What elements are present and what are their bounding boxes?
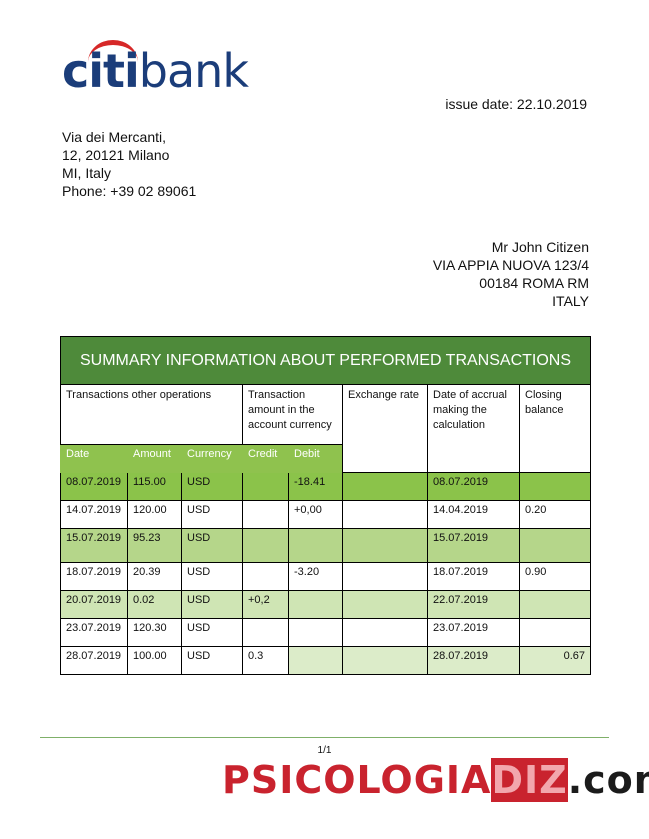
recipient-name: Mr John Citizen [491,239,589,255]
logo-citi: citi [62,44,140,98]
cell-debit [288,618,343,647]
cell-credit: 0.3 [242,646,289,675]
cell-balance: 0.67 [518,646,592,675]
cell-date: 23.07.2019 [60,618,128,647]
cell-balance [518,590,592,619]
header-accrual-date: Date of accrual making the calculation [427,384,520,473]
cell-debit [288,590,343,619]
table-row: 15.07.2019 95.23 USD 15.07.2019 [60,528,592,563]
citibank-logo: citibank [62,40,252,100]
cell-amount: 0.02 [127,590,182,619]
cell-balance: 0.90 [518,562,592,591]
cell-date: 08.07.2019 [60,472,128,501]
cell-currency: USD [181,618,243,647]
cell-accrual: 14.04.2019 [427,500,520,529]
cell-rate [342,528,428,563]
transactions-table: SUMMARY INFORMATION ABOUT PERFORMED TRAN… [59,336,592,675]
cell-date: 20.07.2019 [60,590,128,619]
cell-date: 14.07.2019 [60,500,128,529]
recipient-country: ITALY [552,293,589,309]
subheader-credit: Credit [242,444,289,473]
page-number: 1/1 [317,745,332,756]
cell-credit [242,472,289,501]
cell-accrual: 28.07.2019 [427,646,520,675]
subheader-date: Date [60,444,128,473]
subheader-currency: Currency [181,444,243,473]
sender-line: 12, 20121 Milano [62,147,170,163]
cell-amount: 120.30 [127,618,182,647]
cell-rate [342,472,428,501]
cell-currency: USD [181,590,243,619]
cell-currency: USD [181,472,243,501]
subheader-debit: Debit [288,444,343,473]
cell-credit [242,528,289,563]
footer-divider [40,737,609,738]
cell-debit: -18.41 [288,472,343,501]
cell-credit [242,618,289,647]
cell-rate [342,590,428,619]
watermark-part2: DIZ [491,758,568,802]
logo-bank: bank [138,44,249,98]
cell-currency: USD [181,500,243,529]
table-row: 14.07.2019 120.00 USD +0,00 14.04.2019 0… [60,500,592,529]
watermark-part1: PSICOLOGIA [222,758,492,802]
table-title: SUMMARY INFORMATION ABOUT PERFORMED TRAN… [59,336,592,385]
cell-date: 28.07.2019 [60,646,128,675]
cell-date: 18.07.2019 [60,562,128,591]
cell-credit [242,500,289,529]
table-row: 08.07.2019 115.00 USD -18.41 08.07.2019 [60,472,592,501]
cell-accrual: 23.07.2019 [427,618,520,647]
table-row: 28.07.2019 100.00 USD 0.3 28.07.2019 0.6… [60,646,592,675]
cell-rate [342,618,428,647]
recipient-address: Mr John Citizen VIA APPIA NUOVA 123/4 00… [433,238,589,310]
cell-debit [288,646,343,675]
cell-amount: 95.23 [127,528,182,563]
cell-amount: 120.00 [127,500,182,529]
header-other-operations: Transactions other operations [60,384,243,445]
issue-date: issue date: 22.10.2019 [445,96,587,112]
cell-rate [342,646,428,675]
cell-balance [518,618,592,647]
sender-line: Via dei Mercanti, [62,129,167,145]
cell-amount: 20.39 [127,562,182,591]
cell-accrual: 18.07.2019 [427,562,520,591]
header-exchange-rate: Exchange rate [342,384,428,473]
sender-address: Via dei Mercanti, 12, 20121 Milano MI, I… [62,128,196,200]
cell-credit: +0,2 [242,590,289,619]
cell-accrual: 22.07.2019 [427,590,520,619]
header-closing-balance: Closing balance [518,384,592,473]
cell-balance [518,472,592,501]
cell-debit: -3.20 [288,562,343,591]
recipient-line: 00184 ROMA RM [479,275,589,291]
cell-date: 15.07.2019 [60,528,128,563]
watermark-part3: .com [567,758,649,802]
recipient-line: VIA APPIA NUOVA 123/4 [432,257,589,273]
cell-credit [242,562,289,591]
cell-accrual: 08.07.2019 [427,472,520,501]
cell-balance: 0.20 [518,500,592,529]
cell-balance [518,528,592,563]
header-transaction-amount: Transaction amount in the account curren… [242,384,343,445]
cell-amount: 115.00 [127,472,182,501]
subheader-amount: Amount [127,444,182,473]
watermark: PSICOLOGIADIZ.com [222,758,649,802]
cell-amount: 100.00 [127,646,182,675]
cell-debit: +0,00 [288,500,343,529]
cell-accrual: 15.07.2019 [427,528,520,563]
cell-currency: USD [181,646,243,675]
cell-rate [342,500,428,529]
sender-phone: Phone: +39 02 89061 [62,183,197,199]
sender-line: MI, Italy [62,165,112,181]
table-row: 20.07.2019 0.02 USD +0,2 22.07.2019 [60,590,592,619]
table-row: 18.07.2019 20.39 USD -3.20 18.07.2019 0.… [60,562,592,591]
cell-debit [288,528,343,563]
cell-currency: USD [181,528,243,563]
cell-currency: USD [181,562,243,591]
table-row: 23.07.2019 120.30 USD 23.07.2019 [60,618,592,647]
cell-rate [342,562,428,591]
